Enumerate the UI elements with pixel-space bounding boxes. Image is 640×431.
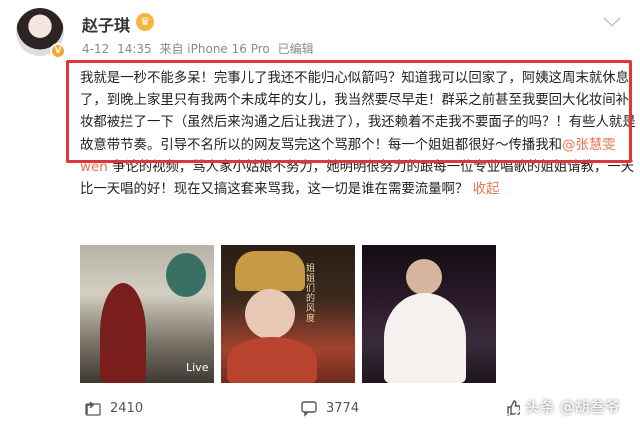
vip-badge: V (50, 43, 66, 59)
photo-thumbnail[interactable]: 姐姐们的风度 (221, 245, 355, 383)
post-text: 我就是一秒不能多呆！完事儿了我还不能归心似箭吗？知道我可以回家了，阿姨这周末就休… (80, 68, 636, 201)
comment-icon (301, 401, 317, 417)
watermark: 头条 @胡叁爷 (503, 396, 620, 417)
post-meta: 4-12 14:35 来自 iPhone 16 Pro 已编辑 (82, 40, 318, 57)
watermark-logo-icon (503, 397, 521, 416)
crown-badge-icon: ♛ (136, 13, 154, 31)
chevron-down-icon[interactable] (603, 9, 621, 27)
collapse-link[interactable]: 收起 (473, 182, 500, 197)
repost-button[interactable]: 2410 (84, 399, 143, 417)
photo-figure (384, 293, 466, 383)
username[interactable]: 赵子琪 (82, 12, 130, 36)
post-date: 4-12 (82, 42, 110, 56)
repost-count: 2410 (110, 400, 144, 416)
comment-count: 3774 (326, 400, 360, 416)
photo-gallery: Live 姐姐们的风度 (80, 245, 496, 383)
photo-figure (100, 283, 146, 383)
share-icon (85, 401, 101, 416)
photo-thumbnail[interactable] (362, 245, 496, 383)
post-text-body: 我就是一秒不能多呆！完事儿了我还不能归心似箭吗？知道我可以回家了，阿姨这周末就休… (80, 71, 636, 153)
photo-figure (166, 253, 206, 297)
post-time: 14:35 (117, 42, 152, 56)
photo-figure (227, 337, 317, 383)
photo-thumbnail[interactable]: Live (80, 245, 214, 383)
watermark-text: 头条 @胡叁爷 (525, 398, 620, 416)
post-edited[interactable]: 已编辑 (278, 42, 314, 56)
photo-figure (235, 251, 305, 291)
photo-caption: 姐姐们的风度 (304, 263, 314, 323)
comment-button[interactable]: 3774 (300, 399, 359, 417)
post-text-body-2: 争论的视频，骂人家小姑娘不努力，她明明很努力的跟每一位专业唱歌的姐姐请教，一天比… (80, 159, 635, 198)
live-label: Live (186, 361, 209, 374)
post-source: 来自 iPhone 16 Pro (159, 42, 270, 56)
photo-figure (245, 289, 295, 339)
photo-figure (406, 259, 442, 295)
